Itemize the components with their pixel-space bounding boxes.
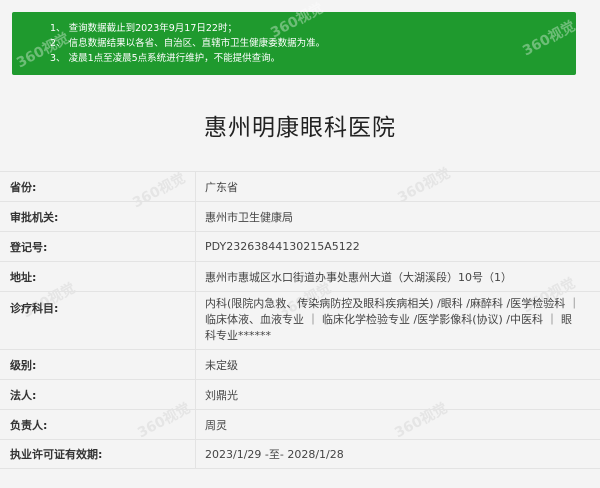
person-in-charge-value: 周灵 — [205, 418, 227, 432]
table-row: 地址: 惠州市惠城区水口街道办事处惠州大道（大湖溪段）10号（1） — [0, 261, 600, 291]
registration-value: PDY23263844130215A5122 — [205, 240, 360, 253]
legal-person-value: 刘鼎光 — [205, 388, 238, 402]
address-value: 惠州市惠城区水口街道办事处惠州大道（大湖溪段）10号（1） — [205, 270, 512, 284]
table-row: 法人: 刘鼎光 — [0, 379, 600, 409]
province-value: 广东省 — [205, 180, 238, 194]
table-row: 审批机关: 惠州市卫生健康局 — [0, 201, 600, 231]
table-row: 执业许可证有效期: 2023/1/29 -至- 2028/1/28 — [0, 439, 600, 469]
subjects-label: 诊疗科目: — [0, 292, 196, 349]
notice-banner: 1、 查询数据截止到2023年9月17日22时； 2、 信息数据结果以各省、自治… — [12, 12, 576, 75]
table-row: 级别: 未定级 — [0, 349, 600, 379]
approval-value: 惠州市卫生健康局 — [205, 210, 293, 224]
notice-line-1: 1、 查询数据截止到2023年9月17日22时； — [50, 23, 237, 34]
info-table: 省份: 广东省 审批机关: 惠州市卫生健康局 登记号: PDY232638441… — [0, 171, 600, 469]
legal-person-label: 法人: — [0, 380, 196, 409]
level-label: 级别: — [0, 350, 196, 379]
level-value: 未定级 — [205, 358, 238, 372]
hospital-name: 惠州明康眼科医院 — [204, 115, 396, 141]
table-row: 诊疗科目: 内科(限院内急救、传染病防控及眼科疾病相关) /眼科 /麻醉科 /医… — [0, 291, 600, 349]
province-label: 省份: — [0, 172, 196, 201]
registration-label: 登记号: — [0, 232, 196, 261]
notice-line-2: 2、 信息数据结果以各省、自治区、直辖市卫生健康委数据为准。 — [50, 38, 326, 49]
address-label: 地址: — [0, 262, 196, 291]
license-validity-label: 执业许可证有效期: — [0, 440, 196, 468]
table-row: 省份: 广东省 — [0, 171, 600, 201]
approval-label: 审批机关: — [0, 202, 196, 231]
table-row: 登记号: PDY23263844130215A5122 — [0, 231, 600, 261]
person-in-charge-label: 负责人: — [0, 410, 196, 439]
license-validity-value: 2023/1/29 -至- 2028/1/28 — [205, 448, 344, 461]
notice-line-3: 3、 凌晨1点至凌晨5点系统进行维护，不能提供查询。 — [50, 53, 281, 64]
table-row: 负责人: 周灵 — [0, 409, 600, 439]
subjects-value: 内科(限院内急救、传染病防控及眼科疾病相关) /眼科 /麻醉科 /医学检验科 ｜… — [205, 297, 580, 342]
